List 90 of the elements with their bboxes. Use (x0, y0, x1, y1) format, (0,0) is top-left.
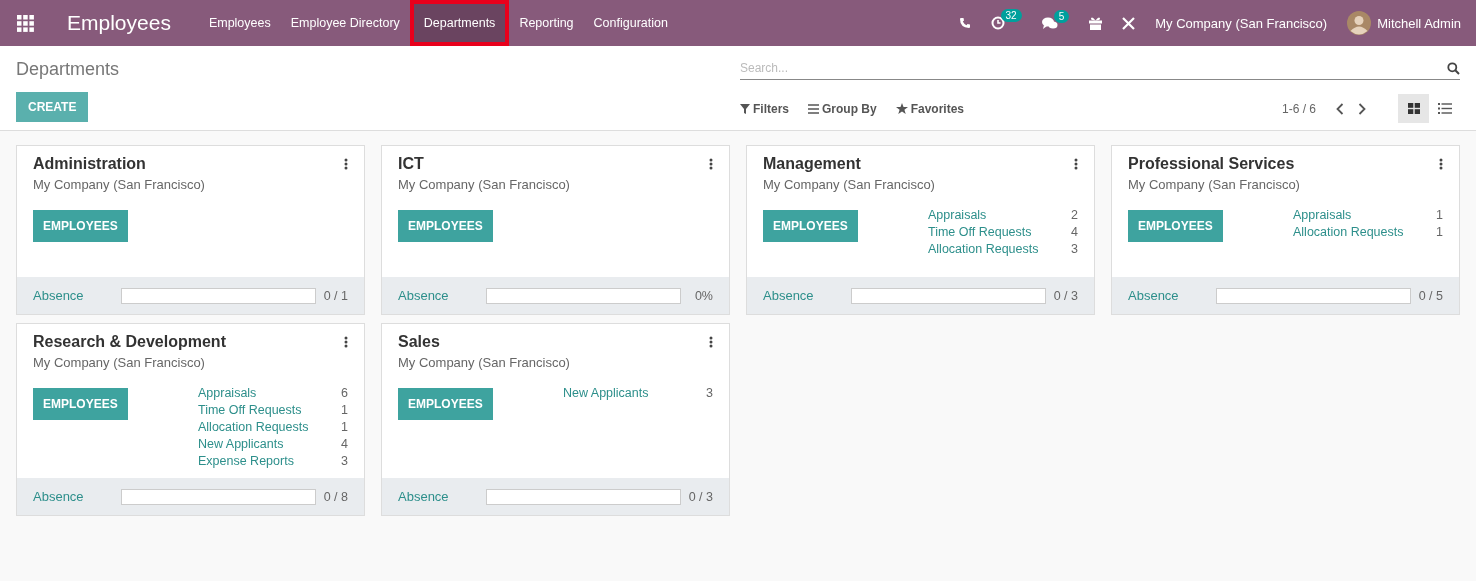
next-icon[interactable] (1358, 102, 1366, 115)
more-options-icon[interactable] (1074, 158, 1078, 170)
employees-button[interactable]: EMPLOYEES (1128, 210, 1223, 242)
absence-link[interactable]: Absence (33, 288, 113, 303)
absence-link[interactable]: Absence (1128, 288, 1208, 303)
company-name: My Company (San Francisco) (33, 177, 205, 192)
more-options-icon[interactable] (709, 336, 713, 348)
filters-button[interactable]: Filters (740, 101, 789, 116)
absence-value: 0 / 1 (323, 288, 348, 303)
stat-count: 1 (341, 420, 348, 434)
search-field[interactable]: Search... (740, 61, 1447, 75)
employees-button[interactable]: EMPLOYEES (398, 388, 493, 420)
apps-menu-icon[interactable] (17, 14, 34, 32)
app-title: Employees (67, 11, 171, 35)
bars-icon (808, 103, 819, 114)
filter-icon (740, 103, 750, 114)
absence-link[interactable]: Absence (398, 288, 478, 303)
employees-button[interactable]: EMPLOYEES (33, 210, 128, 242)
menu-item[interactable]: Departments (409, 0, 510, 46)
gift-icon[interactable] (1089, 16, 1103, 30)
more-options-icon[interactable] (709, 158, 713, 170)
kanban-view-button[interactable] (1398, 94, 1429, 123)
activity-count: 32 (1000, 9, 1022, 22)
stat-count: 4 (341, 437, 348, 451)
stat-count: 1 (1436, 208, 1443, 222)
grid-icon (1407, 103, 1420, 114)
clock-icon[interactable] (990, 16, 1005, 30)
absence-link[interactable]: Absence (398, 489, 478, 504)
star-icon (895, 103, 908, 114)
user-name[interactable]: Mitchell Admin (1377, 15, 1461, 31)
more-options-icon[interactable] (344, 336, 348, 348)
more-options-icon[interactable] (344, 158, 348, 170)
employees-button[interactable]: EMPLOYEES (398, 210, 493, 242)
company-name: My Company (San Francisco) (1128, 177, 1300, 192)
company-name: My Company (San Francisco) (398, 177, 570, 192)
employees-button[interactable]: EMPLOYEES (33, 388, 128, 420)
department-name: Research & Development (33, 333, 226, 351)
stat-link[interactable]: Appraisals (198, 386, 257, 400)
stat-count: 3 (706, 386, 713, 400)
employees-button[interactable]: EMPLOYEES (763, 210, 858, 242)
menu-item[interactable]: Configuration (583, 0, 678, 46)
company-name: My Company (San Francisco) (398, 355, 570, 370)
stat-link[interactable]: Time Off Requests (198, 403, 302, 417)
stat-link[interactable]: Allocation Requests (928, 242, 1039, 256)
menu-item[interactable]: Employee Directory (280, 0, 410, 46)
stat-link[interactable]: New Applicants (563, 386, 649, 400)
phone-icon[interactable] (958, 17, 971, 29)
absence-value: 0% (693, 288, 713, 303)
search-icon[interactable] (1447, 61, 1460, 75)
department-name: ICT (398, 155, 425, 173)
department-name: Administration (33, 155, 147, 173)
avatar[interactable] (1347, 11, 1372, 35)
breadcrumb: Departments (16, 59, 121, 80)
menu-item[interactable]: Employees (198, 0, 281, 46)
company-name: My Company (San Francisco) (33, 355, 206, 370)
department-name: Sales (398, 333, 441, 351)
absence-value: 0 / 3 (688, 489, 713, 504)
stat-link[interactable]: Allocation Requests (198, 420, 309, 434)
chat-icon[interactable] (1041, 16, 1058, 30)
group-by-button[interactable]: Group By (808, 101, 877, 116)
department-name: Management (763, 155, 862, 173)
stat-link[interactable]: Allocation Requests (1293, 225, 1404, 239)
favorites-button[interactable]: Favorites (895, 101, 965, 116)
stat-count: 2 (1071, 208, 1078, 222)
message-count: 5 (1053, 9, 1070, 23)
stat-link[interactable]: Time Off Requests (928, 225, 1032, 239)
stat-link[interactable]: Appraisals (928, 208, 987, 222)
menu-item[interactable]: Reporting (509, 0, 584, 46)
create-button[interactable]: CREATE (16, 92, 89, 122)
stat-link[interactable]: Appraisals (1293, 208, 1352, 222)
more-options-icon[interactable] (1439, 158, 1443, 170)
absence-link[interactable]: Absence (33, 489, 113, 504)
previous-icon[interactable] (1336, 102, 1344, 115)
list-icon (1437, 103, 1452, 114)
stat-count: 4 (1071, 225, 1078, 239)
pager-value: 1-6 / 6 (1281, 101, 1316, 116)
absence-value: 0 / 8 (323, 489, 348, 504)
stat-count: 1 (1436, 225, 1443, 239)
stat-link[interactable]: Expense Reports (198, 454, 294, 468)
stat-count: 6 (341, 386, 348, 400)
stat-link[interactable]: New Applicants (198, 437, 284, 451)
stat-count: 1 (341, 403, 348, 417)
stat-count: 3 (1071, 242, 1078, 256)
company-name: My Company (San Francisco) (763, 177, 935, 192)
stat-count: 3 (341, 454, 348, 468)
absence-link[interactable]: Absence (763, 288, 843, 303)
absence-value: 0 / 3 (1053, 288, 1078, 303)
company-switcher[interactable]: My Company (San Francisco) (1155, 15, 1328, 31)
absence-value: 0 / 5 (1418, 288, 1443, 303)
department-name: Professional Services (1128, 155, 1296, 173)
